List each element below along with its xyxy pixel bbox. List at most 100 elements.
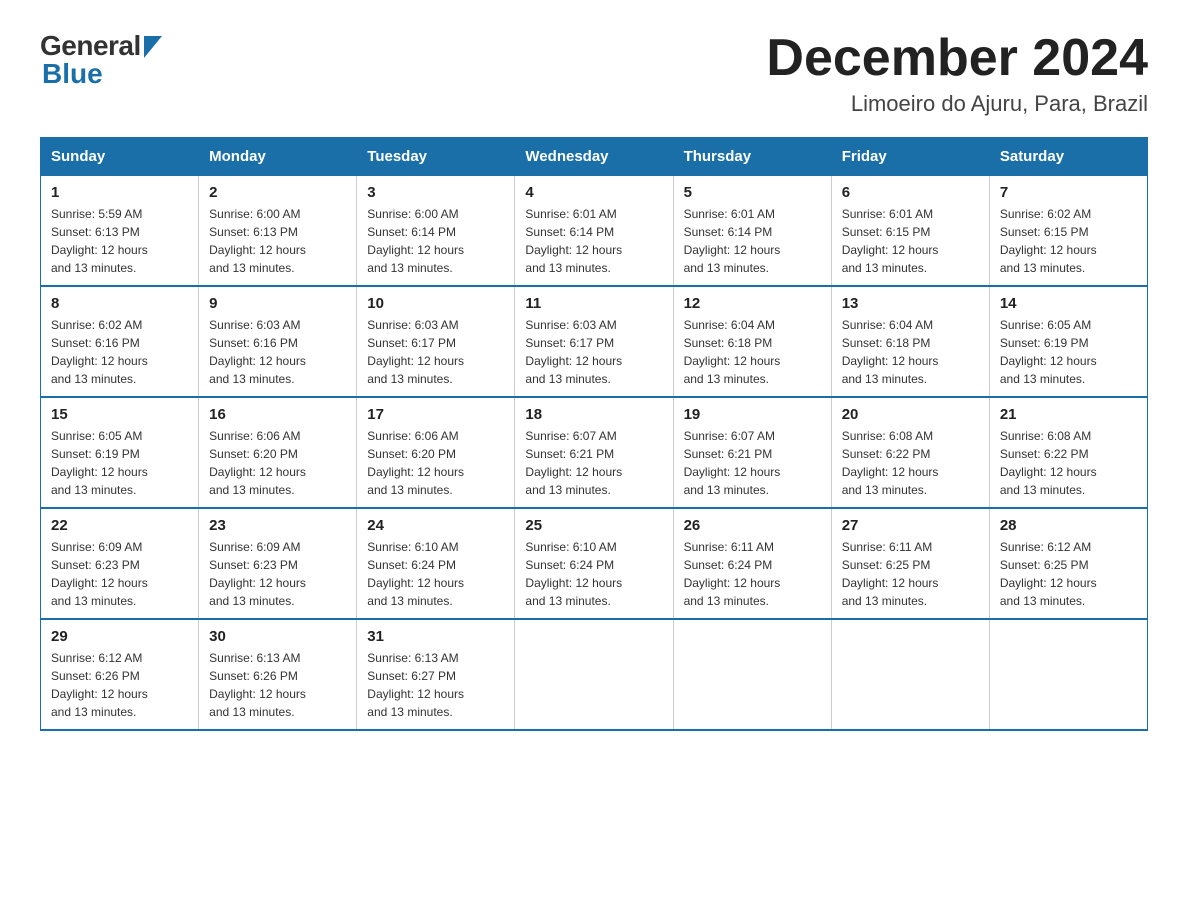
day-number: 25 bbox=[525, 517, 662, 534]
title-block: December 2024 Limoeiro do Ajuru, Para, B… bbox=[766, 30, 1148, 117]
logo: General Blue bbox=[40, 30, 162, 90]
calendar-cell: 13 Sunrise: 6:04 AM Sunset: 6:18 PM Dayl… bbox=[831, 286, 989, 397]
day-number: 3 bbox=[367, 184, 504, 201]
logo-blue-text: Blue bbox=[42, 58, 103, 90]
day-number: 10 bbox=[367, 295, 504, 312]
day-number: 19 bbox=[684, 406, 821, 423]
calendar-cell bbox=[673, 619, 831, 730]
day-number: 20 bbox=[842, 406, 979, 423]
calendar-cell: 17 Sunrise: 6:06 AM Sunset: 6:20 PM Dayl… bbox=[357, 397, 515, 508]
calendar-body: 1 Sunrise: 5:59 AM Sunset: 6:13 PM Dayli… bbox=[41, 176, 1148, 731]
day-info: Sunrise: 6:12 AM Sunset: 6:25 PM Dayligh… bbox=[1000, 538, 1137, 610]
day-number: 27 bbox=[842, 517, 979, 534]
day-info: Sunrise: 6:11 AM Sunset: 6:25 PM Dayligh… bbox=[842, 538, 979, 610]
day-number: 2 bbox=[209, 184, 346, 201]
calendar-cell bbox=[989, 619, 1147, 730]
calendar-cell: 27 Sunrise: 6:11 AM Sunset: 6:25 PM Dayl… bbox=[831, 508, 989, 619]
day-info: Sunrise: 6:05 AM Sunset: 6:19 PM Dayligh… bbox=[1000, 316, 1137, 388]
day-info: Sunrise: 6:04 AM Sunset: 6:18 PM Dayligh… bbox=[684, 316, 821, 388]
day-number: 21 bbox=[1000, 406, 1137, 423]
day-info: Sunrise: 6:10 AM Sunset: 6:24 PM Dayligh… bbox=[525, 538, 662, 610]
day-info: Sunrise: 6:05 AM Sunset: 6:19 PM Dayligh… bbox=[51, 427, 188, 499]
month-title: December 2024 bbox=[766, 30, 1148, 87]
day-info: Sunrise: 6:01 AM Sunset: 6:14 PM Dayligh… bbox=[684, 205, 821, 277]
day-info: Sunrise: 6:08 AM Sunset: 6:22 PM Dayligh… bbox=[1000, 427, 1137, 499]
day-info: Sunrise: 6:06 AM Sunset: 6:20 PM Dayligh… bbox=[209, 427, 346, 499]
calendar-header: SundayMondayTuesdayWednesdayThursdayFrid… bbox=[41, 138, 1148, 176]
day-info: Sunrise: 6:10 AM Sunset: 6:24 PM Dayligh… bbox=[367, 538, 504, 610]
location-text: Limoeiro do Ajuru, Para, Brazil bbox=[766, 91, 1148, 117]
calendar-cell: 10 Sunrise: 6:03 AM Sunset: 6:17 PM Dayl… bbox=[357, 286, 515, 397]
calendar-cell: 25 Sunrise: 6:10 AM Sunset: 6:24 PM Dayl… bbox=[515, 508, 673, 619]
calendar-cell bbox=[515, 619, 673, 730]
calendar-cell: 20 Sunrise: 6:08 AM Sunset: 6:22 PM Dayl… bbox=[831, 397, 989, 508]
calendar-cell: 12 Sunrise: 6:04 AM Sunset: 6:18 PM Dayl… bbox=[673, 286, 831, 397]
header-wednesday: Wednesday bbox=[515, 138, 673, 176]
day-number: 18 bbox=[525, 406, 662, 423]
calendar-cell: 5 Sunrise: 6:01 AM Sunset: 6:14 PM Dayli… bbox=[673, 176, 831, 287]
day-number: 26 bbox=[684, 517, 821, 534]
calendar-cell: 26 Sunrise: 6:11 AM Sunset: 6:24 PM Dayl… bbox=[673, 508, 831, 619]
day-number: 6 bbox=[842, 184, 979, 201]
day-number: 14 bbox=[1000, 295, 1137, 312]
header-friday: Friday bbox=[831, 138, 989, 176]
calendar-cell: 1 Sunrise: 5:59 AM Sunset: 6:13 PM Dayli… bbox=[41, 176, 199, 287]
calendar-cell: 22 Sunrise: 6:09 AM Sunset: 6:23 PM Dayl… bbox=[41, 508, 199, 619]
day-info: Sunrise: 6:06 AM Sunset: 6:20 PM Dayligh… bbox=[367, 427, 504, 499]
calendar-cell: 24 Sunrise: 6:10 AM Sunset: 6:24 PM Dayl… bbox=[357, 508, 515, 619]
day-info: Sunrise: 6:02 AM Sunset: 6:15 PM Dayligh… bbox=[1000, 205, 1137, 277]
calendar-cell: 8 Sunrise: 6:02 AM Sunset: 6:16 PM Dayli… bbox=[41, 286, 199, 397]
day-info: Sunrise: 6:01 AM Sunset: 6:15 PM Dayligh… bbox=[842, 205, 979, 277]
week-row-4: 22 Sunrise: 6:09 AM Sunset: 6:23 PM Dayl… bbox=[41, 508, 1148, 619]
logo-triangle-icon bbox=[144, 36, 162, 58]
calendar-cell: 19 Sunrise: 6:07 AM Sunset: 6:21 PM Dayl… bbox=[673, 397, 831, 508]
calendar-cell: 15 Sunrise: 6:05 AM Sunset: 6:19 PM Dayl… bbox=[41, 397, 199, 508]
day-info: Sunrise: 6:09 AM Sunset: 6:23 PM Dayligh… bbox=[51, 538, 188, 610]
day-info: Sunrise: 6:03 AM Sunset: 6:17 PM Dayligh… bbox=[525, 316, 662, 388]
day-number: 22 bbox=[51, 517, 188, 534]
day-number: 17 bbox=[367, 406, 504, 423]
day-number: 11 bbox=[525, 295, 662, 312]
day-info: Sunrise: 6:03 AM Sunset: 6:16 PM Dayligh… bbox=[209, 316, 346, 388]
calendar-cell: 30 Sunrise: 6:13 AM Sunset: 6:26 PM Dayl… bbox=[199, 619, 357, 730]
week-row-1: 1 Sunrise: 5:59 AM Sunset: 6:13 PM Dayli… bbox=[41, 176, 1148, 287]
day-number: 31 bbox=[367, 628, 504, 645]
calendar-cell: 9 Sunrise: 6:03 AM Sunset: 6:16 PM Dayli… bbox=[199, 286, 357, 397]
header-sunday: Sunday bbox=[41, 138, 199, 176]
day-number: 28 bbox=[1000, 517, 1137, 534]
day-number: 23 bbox=[209, 517, 346, 534]
calendar-cell: 29 Sunrise: 6:12 AM Sunset: 6:26 PM Dayl… bbox=[41, 619, 199, 730]
day-number: 13 bbox=[842, 295, 979, 312]
header-saturday: Saturday bbox=[989, 138, 1147, 176]
header-thursday: Thursday bbox=[673, 138, 831, 176]
day-number: 16 bbox=[209, 406, 346, 423]
day-info: Sunrise: 6:13 AM Sunset: 6:26 PM Dayligh… bbox=[209, 649, 346, 721]
calendar-cell: 14 Sunrise: 6:05 AM Sunset: 6:19 PM Dayl… bbox=[989, 286, 1147, 397]
day-info: Sunrise: 6:07 AM Sunset: 6:21 PM Dayligh… bbox=[684, 427, 821, 499]
calendar-cell: 21 Sunrise: 6:08 AM Sunset: 6:22 PM Dayl… bbox=[989, 397, 1147, 508]
day-number: 29 bbox=[51, 628, 188, 645]
day-info: Sunrise: 6:09 AM Sunset: 6:23 PM Dayligh… bbox=[209, 538, 346, 610]
calendar-cell: 18 Sunrise: 6:07 AM Sunset: 6:21 PM Dayl… bbox=[515, 397, 673, 508]
day-number: 9 bbox=[209, 295, 346, 312]
day-info: Sunrise: 6:11 AM Sunset: 6:24 PM Dayligh… bbox=[684, 538, 821, 610]
calendar-cell: 6 Sunrise: 6:01 AM Sunset: 6:15 PM Dayli… bbox=[831, 176, 989, 287]
day-number: 7 bbox=[1000, 184, 1137, 201]
day-info: Sunrise: 6:08 AM Sunset: 6:22 PM Dayligh… bbox=[842, 427, 979, 499]
page-header: General Blue December 2024 Limoeiro do A… bbox=[40, 30, 1148, 117]
calendar-cell: 4 Sunrise: 6:01 AM Sunset: 6:14 PM Dayli… bbox=[515, 176, 673, 287]
day-info: Sunrise: 6:13 AM Sunset: 6:27 PM Dayligh… bbox=[367, 649, 504, 721]
calendar-cell: 28 Sunrise: 6:12 AM Sunset: 6:25 PM Dayl… bbox=[989, 508, 1147, 619]
day-info: Sunrise: 5:59 AM Sunset: 6:13 PM Dayligh… bbox=[51, 205, 188, 277]
header-row: SundayMondayTuesdayWednesdayThursdayFrid… bbox=[41, 138, 1148, 176]
calendar-cell: 3 Sunrise: 6:00 AM Sunset: 6:14 PM Dayli… bbox=[357, 176, 515, 287]
calendar-cell: 7 Sunrise: 6:02 AM Sunset: 6:15 PM Dayli… bbox=[989, 176, 1147, 287]
day-number: 24 bbox=[367, 517, 504, 534]
week-row-3: 15 Sunrise: 6:05 AM Sunset: 6:19 PM Dayl… bbox=[41, 397, 1148, 508]
calendar-cell bbox=[831, 619, 989, 730]
calendar-table: SundayMondayTuesdayWednesdayThursdayFrid… bbox=[40, 137, 1148, 731]
header-monday: Monday bbox=[199, 138, 357, 176]
day-info: Sunrise: 6:04 AM Sunset: 6:18 PM Dayligh… bbox=[842, 316, 979, 388]
day-info: Sunrise: 6:00 AM Sunset: 6:14 PM Dayligh… bbox=[367, 205, 504, 277]
day-number: 1 bbox=[51, 184, 188, 201]
